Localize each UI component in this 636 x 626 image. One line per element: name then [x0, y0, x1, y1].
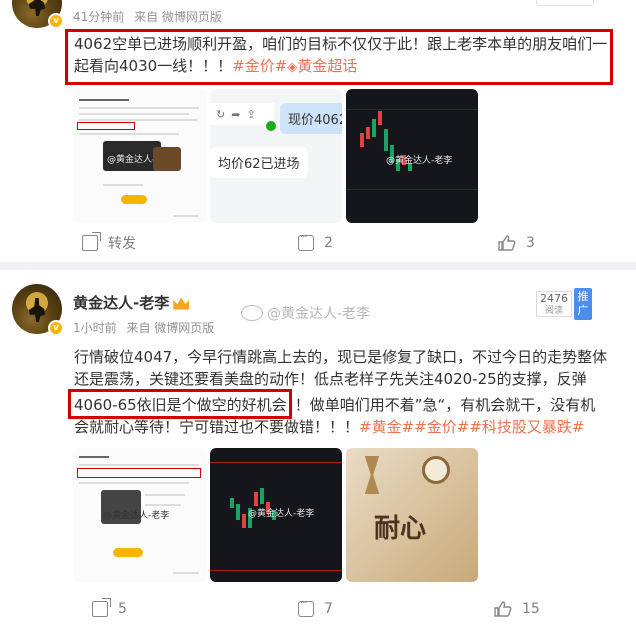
- craft-text: 耐心: [374, 514, 427, 544]
- reply-icon: ➦: [231, 107, 241, 121]
- post-meta: 41分钟前 来自 微博网页版: [73, 8, 222, 25]
- highlight-box: [68, 389, 292, 419]
- share-icon: ⇪: [246, 107, 256, 121]
- author-name[interactable]: 黄金达人-老李: [73, 292, 190, 313]
- post-source: 来自 微博网页版: [134, 10, 222, 24]
- post-actions: 5 7 15: [0, 594, 636, 624]
- tag-gold-price[interactable]: #金价#: [232, 57, 287, 75]
- view-count: 2476 阅读: [536, 291, 572, 317]
- share-icon: [92, 598, 111, 617]
- check-icon: [266, 121, 276, 131]
- chart-image-thumbnail[interactable]: @黄金达人-老李: [210, 448, 342, 582]
- repost-button[interactable]: 转发: [82, 228, 136, 258]
- chart-image-thumbnail[interactable]: @黄金达人-老李: [346, 89, 478, 223]
- thumbs-up-icon: [498, 235, 516, 251]
- weibo-post-card: v 41分钟前 来自 微博网页版 4062空单已进场顺利开盈，咱们的目标不仅仅于…: [0, 0, 636, 262]
- image-thumbnail[interactable]: @黄金达人-老李: [73, 89, 207, 223]
- like-button[interactable]: 3: [498, 228, 535, 258]
- comment-icon: [298, 232, 314, 251]
- image-thumbnail[interactable]: ↻ ➦ ⇪ 现价4062-65 均价62已进场: [210, 89, 342, 223]
- thumb-caption: @黄金达人-老李: [386, 156, 453, 166]
- share-icon: [82, 232, 101, 251]
- diamond-icon: ◈: [287, 60, 298, 75]
- crown-icon: [173, 297, 190, 310]
- topic-tags[interactable]: #黄金##金价##科技股又暴跌#: [359, 418, 584, 436]
- promote-button[interactable]: 推广: [574, 288, 592, 320]
- chat-bubble: 均价62已进场: [210, 147, 308, 178]
- thumb-caption: @黄金达人-老李: [103, 511, 170, 521]
- chat-bubble: 现价4062-65: [280, 103, 342, 134]
- post-actions: 转发 2 3: [0, 228, 636, 258]
- verified-badge-icon: v: [48, 320, 64, 336]
- watermark: @黄金达人-老李: [241, 303, 370, 323]
- thumb-caption: @黄金达人-老李: [248, 509, 315, 519]
- post-time[interactable]: 41分钟前: [73, 10, 124, 24]
- post-source: 来自 微博网页版: [126, 321, 215, 335]
- clock-icon: [422, 456, 450, 484]
- hourglass-icon: [364, 456, 380, 494]
- repost-button[interactable]: 5: [92, 594, 127, 624]
- weibo-post-card: v 黄金达人-老李 1小时前 来自 微博网页版 行情破位4047，今早行情跳高上…: [0, 270, 636, 626]
- verified-badge-icon: v: [48, 13, 64, 29]
- weibo-logo-icon: [241, 305, 263, 321]
- like-button[interactable]: 15: [494, 594, 540, 624]
- post-time[interactable]: 1小时前: [73, 321, 117, 335]
- image-thumbnail[interactable]: @黄金达人-老李: [73, 448, 207, 582]
- image-thumbnail[interactable]: 耐心: [346, 448, 478, 582]
- comment-button[interactable]: 7: [298, 594, 333, 624]
- post-meta: 1小时前 来自 微博网页版: [73, 319, 214, 336]
- comment-button[interactable]: 2: [298, 228, 333, 258]
- comment-icon: [298, 598, 314, 617]
- rotate-icon: ↻: [216, 107, 226, 121]
- follow-button[interactable]: [536, 0, 594, 6]
- tag-gold-super[interactable]: 黄金超话: [297, 57, 357, 75]
- post-text: 4062空单已进场顺利开盈，咱们的目标不仅仅于此！跟上老李本单的朋友咱们一起看向…: [74, 35, 608, 75]
- thumbs-up-icon: [494, 601, 512, 617]
